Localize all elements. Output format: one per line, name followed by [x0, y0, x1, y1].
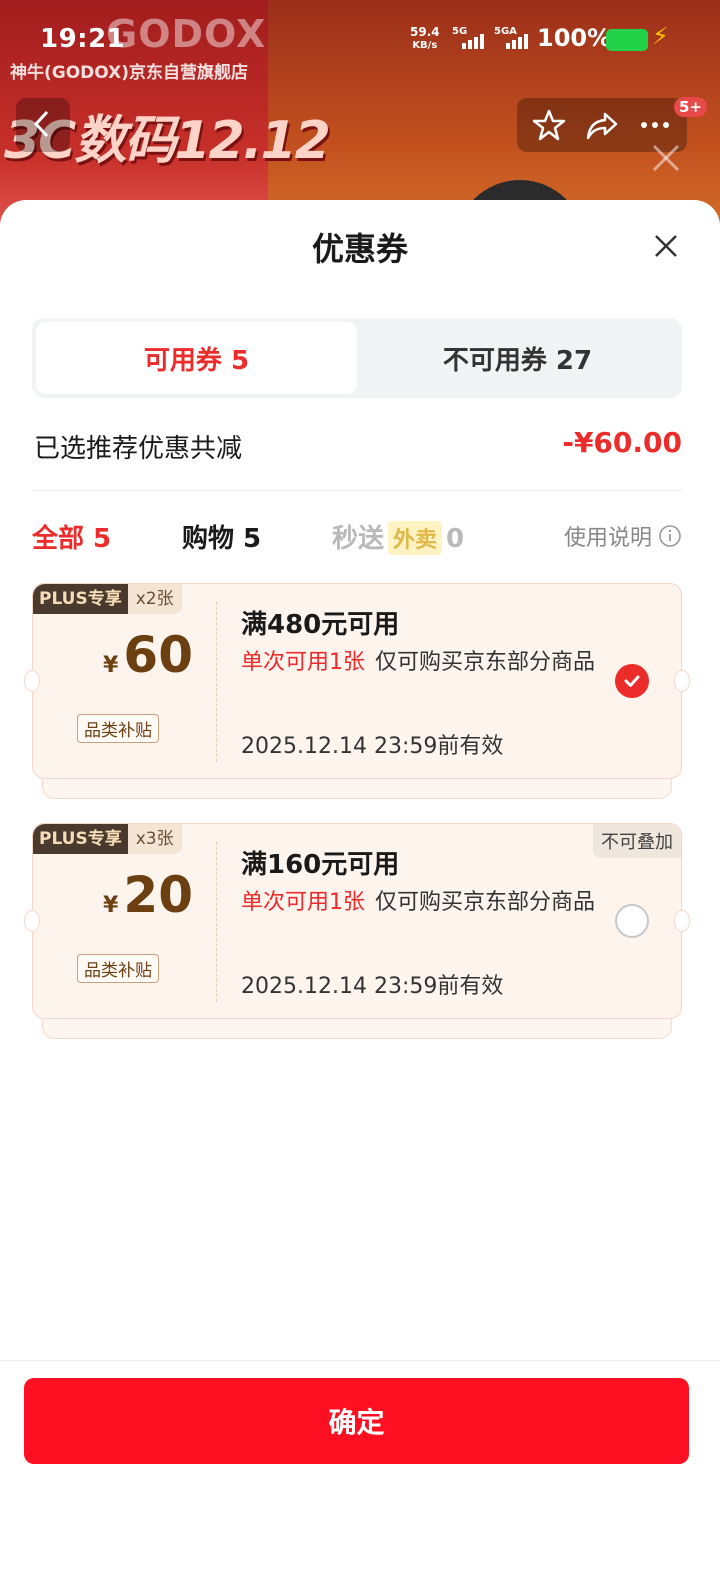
currency-symbol: ¥ — [103, 653, 119, 678]
category-subsidy-tag: 品类补贴 — [77, 714, 159, 743]
coupon-availability-tabs: 可用券 5 不可用券 27 — [32, 318, 682, 398]
network-speed: 59.4 KB/s — [410, 26, 440, 52]
usage-scope: 仅可购买京东部分商品 — [375, 650, 596, 675]
usage-help-link[interactable]: 使用说明 — [564, 520, 682, 552]
coupon-card-stack: PLUS专享 x3张 不可叠加 ¥ 20 品类补贴 满160元可用 单次可用1张… — [24, 823, 690, 1041]
coupon-threshold: 满160元可用 — [241, 850, 400, 880]
plus-label: PLUS专享 — [33, 584, 128, 614]
network-speed-value: 59.4 — [410, 25, 440, 39]
coupon-filters: 全部 5 购物 5 秒送 外卖 0 使用说明 — [32, 518, 682, 558]
plus-exclusive-tag: PLUS专享 x3张 — [33, 824, 182, 854]
plus-exclusive-tag: PLUS专享 x2张 — [33, 584, 182, 614]
usage-limit: 单次可用1张 — [241, 650, 365, 675]
coupon-notch — [674, 910, 690, 932]
coupon-divider — [216, 602, 217, 762]
background-close-icon — [652, 144, 680, 172]
coupon-expiry: 2025.12.14 23:59前有效 — [241, 734, 504, 759]
tab-unavailable[interactable]: 不可用券 27 — [357, 322, 678, 394]
coupon-quantity: x2张 — [127, 584, 182, 614]
coupon-notch — [24, 670, 40, 692]
coupon-expiry: 2025.12.14 23:59前有效 — [241, 974, 504, 999]
more-dots-icon — [640, 122, 669, 128]
coupon-divider — [216, 842, 217, 1002]
coupon-select-checkbox[interactable] — [615, 904, 649, 938]
coupon-description: 单次可用1张 仅可购买京东部分商品 — [241, 886, 611, 920]
plus-label: PLUS专享 — [33, 824, 128, 854]
signal-bars-icon — [462, 34, 484, 49]
close-icon[interactable] — [648, 228, 684, 264]
footer-divider — [0, 1360, 720, 1361]
battery-percentage: 100% — [537, 24, 612, 52]
category-subsidy-tag: 品类补贴 — [77, 954, 159, 983]
coupon-sheet: 优惠券 可用券 5 不可用券 27 已选推荐优惠共减 -¥60.00 全部 5 … — [0, 200, 720, 1584]
coupon-card[interactable]: PLUS专享 x3张 不可叠加 ¥ 20 品类补贴 满160元可用 单次可用1张… — [24, 823, 690, 1019]
currency-symbol: ¥ — [103, 893, 119, 918]
chevron-left-icon — [33, 110, 49, 138]
coupon-value: ¥ 60 — [83, 626, 213, 684]
coupon-notch — [24, 910, 40, 932]
filter-fast-label: 秒送 — [332, 524, 385, 554]
coupon-threshold: 满480元可用 — [241, 610, 400, 640]
share-icon — [586, 112, 618, 140]
sheet-title: 优惠券 — [311, 230, 408, 268]
coupon-value: ¥ 20 — [83, 866, 213, 924]
filter-shopping[interactable]: 购物 5 — [182, 518, 261, 555]
star-icon — [533, 109, 566, 141]
status-bar: 19:21 59.4 KB/s 5G 5GA 100% ⚡ — [0, 0, 720, 80]
share-button[interactable] — [581, 104, 623, 146]
usage-limit: 单次可用1张 — [241, 890, 365, 915]
tab-available[interactable]: 可用券 5 — [36, 322, 357, 394]
checkmark-icon — [624, 675, 640, 687]
coupon-quantity: x3张 — [127, 824, 182, 854]
status-time: 19:21 — [40, 24, 126, 54]
battery-icon — [606, 29, 648, 51]
summary-amount: -¥60.00 — [562, 426, 682, 459]
coupon-amount: 20 — [123, 866, 193, 924]
coupon-notch — [674, 670, 690, 692]
signal-bars-icon-2 — [506, 34, 528, 49]
coupon-amount: 60 — [123, 626, 193, 684]
takeout-tag: 外卖 — [388, 521, 443, 555]
usage-help-label: 使用说明 — [563, 526, 652, 551]
confirm-button[interactable]: 确定 — [24, 1378, 689, 1464]
coupon-card-stack: PLUS专享 x2张 ¥ 60 品类补贴 满480元可用 单次可用1张 仅可购买京… — [24, 583, 690, 801]
back-button[interactable] — [16, 98, 70, 152]
summary-label: 已选推荐优惠共减 — [34, 434, 243, 464]
coupon-select-checkbox[interactable] — [615, 664, 649, 698]
discount-summary: 已选推荐优惠共减 -¥60.00 — [34, 426, 682, 466]
coupon-card[interactable]: PLUS专享 x2张 ¥ 60 品类补贴 满480元可用 单次可用1张 仅可购买京… — [24, 583, 690, 779]
charging-icon: ⚡ — [652, 22, 669, 50]
favorite-button[interactable] — [528, 104, 570, 146]
filter-all[interactable]: 全部 5 — [32, 518, 111, 555]
divider — [32, 490, 682, 491]
notification-badge: 5+ — [674, 97, 708, 117]
coupon-description: 单次可用1张 仅可购买京东部分商品 — [241, 646, 611, 680]
usage-scope: 仅可购买京东部分商品 — [375, 890, 596, 915]
filter-fast-count: 0 — [446, 524, 465, 554]
info-icon — [659, 525, 681, 547]
network-speed-unit: KB/s — [412, 40, 438, 51]
non-stackable-tag: 不可叠加 — [593, 824, 681, 858]
filter-fast-delivery[interactable]: 秒送 外卖 0 — [332, 518, 464, 555]
